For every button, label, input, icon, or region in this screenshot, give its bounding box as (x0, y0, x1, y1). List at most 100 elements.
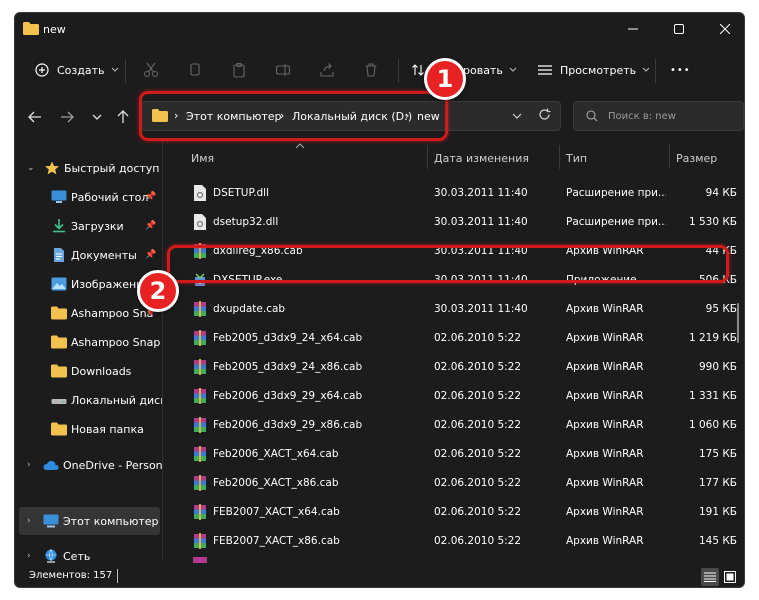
file-name: Feb2006_d3dx9_29_x64.cab (213, 390, 363, 402)
copy-icon (190, 63, 200, 76)
file-row[interactable]: FEB2007_XACT_x86.cab 02.06.2010 5:22 Арх… (177, 527, 737, 556)
toolbar-separator (655, 59, 656, 83)
address-row: › Этот компьютер › Локальный диск (D:) ›… (15, 95, 744, 139)
winrar-archive-icon (194, 475, 206, 491)
file-row[interactable]: DXSETUP.exe 30.03.2011 11:40 Приложение … (177, 266, 737, 295)
sidebar-item-local-disk[interactable]: Локальный диск ( (15, 386, 162, 414)
dll-file-icon (194, 185, 206, 201)
sidebar-item-network[interactable]: › Сеть (15, 542, 162, 568)
file-row[interactable]: dxdllreg_x86.cab 30.03.2011 11:40 Архив … (177, 237, 737, 266)
sidebar-item-quick-access[interactable]: ⌄ Быстрый доступ (15, 154, 162, 182)
file-type: Архив WinRAR (566, 419, 644, 431)
file-row[interactable]: Feb2006_d3dx9_29_x64.cab 02.06.2010 5:22… (177, 382, 737, 411)
sidebar-item-label: Документы (71, 248, 137, 262)
address-bar[interactable]: › Этот компьютер › Локальный диск (D:) ›… (141, 101, 561, 131)
sidebar-item-new-folder[interactable]: Новая папка (15, 415, 162, 443)
file-row[interactable]: Feb2006_d3dx9_29_x86.cab 02.06.2010 5:22… (177, 411, 737, 440)
file-explorer-window: new Создать ровать Просмотреть ••• › Это… (14, 12, 745, 588)
column-divider[interactable] (427, 145, 428, 169)
file-row[interactable]: Feb2005_d3dx9_24_x64.cab 02.06.2010 5:22… (177, 324, 737, 353)
file-row[interactable]: Feb2006_XACT_x86.cab 02.06.2010 5:22 Арх… (177, 469, 737, 498)
file-row[interactable]: dxupdate.cab 30.03.2011 11:40 Архив WinR… (177, 295, 737, 324)
paste-button[interactable] (229, 60, 249, 80)
column-header-type[interactable]: Тип (566, 147, 587, 169)
search-input[interactable] (608, 108, 738, 124)
sidebar-item-downloads-folder[interactable]: Downloads (15, 357, 162, 385)
file-name: FEB2007_XACT_x86.cab (213, 535, 340, 547)
minimize-button[interactable] (610, 13, 656, 45)
column-header-size[interactable]: Размер (676, 147, 717, 169)
breadcrumb-separator: › (280, 109, 285, 122)
cut-button[interactable] (141, 60, 161, 80)
minimize-icon (628, 28, 638, 30)
callout-badge-1: 1 (424, 58, 466, 100)
file-name: dsetup32.dll (213, 216, 279, 228)
search-icon (586, 110, 598, 122)
column-divider[interactable] (559, 145, 560, 169)
rename-button[interactable] (273, 60, 293, 80)
search-box[interactable] (573, 101, 744, 131)
chevron-down-icon (111, 67, 118, 72)
breadcrumb-this-pc[interactable]: Этот компьютер (186, 110, 282, 123)
chevron-down-icon: ⌄ (27, 163, 35, 173)
sidebar-item-onedrive[interactable]: › OneDrive - Personal (15, 451, 162, 479)
file-row[interactable]: FEB2007_XACT_x64.cab 02.06.2010 5:22 Арх… (177, 498, 737, 527)
address-history-button[interactable] (512, 110, 522, 123)
sidebar-item-desktop[interactable]: Рабочий стол 📌 (15, 183, 162, 211)
column-header-name[interactable]: Имя (191, 147, 214, 169)
maximize-icon (674, 24, 684, 34)
sidebar-item-this-pc[interactable]: › Этот компьютер (19, 507, 160, 535)
sidebar-item-ashampoo-snap-9[interactable]: Ashampoo Snap 9 (15, 328, 162, 356)
forward-button[interactable] (57, 107, 77, 127)
file-type: Архив WinRAR (566, 477, 644, 489)
more-options-button[interactable]: ••• (670, 57, 691, 83)
recent-locations-button[interactable] (87, 107, 107, 127)
chevron-down-icon (642, 67, 650, 72)
column-divider[interactable] (669, 145, 670, 169)
setup-exe-icon (195, 273, 205, 286)
sidebar-item-downloads[interactable]: Загрузки 📌 (15, 212, 162, 240)
file-row[interactable]: dsetup32.dll 30.03.2011 11:40 Расширение… (177, 208, 737, 237)
file-name: Feb2006_d3dx9_29_x86.cab (213, 419, 363, 431)
sidebar-item-label: Ashampoo Snap 9 (71, 335, 162, 349)
clipboard-icon (233, 63, 245, 78)
file-type: Архив WinRAR (566, 245, 644, 257)
breadcrumb-new[interactable]: new (417, 110, 440, 123)
details-view-button[interactable] (701, 568, 719, 586)
file-date: 02.06.2010 5:22 (434, 332, 522, 344)
file-row[interactable]: Feb2005_d3dx9_24_x86.cab 02.06.2010 5:22… (177, 353, 737, 382)
file-type: Архив WinRAR (566, 332, 644, 344)
up-button[interactable] (113, 107, 133, 127)
chevron-right-icon: › (27, 516, 31, 526)
create-button[interactable]: Создать (35, 57, 119, 83)
view-button[interactable]: Просмотреть (538, 57, 650, 83)
refresh-button[interactable] (538, 108, 551, 124)
file-row[interactable]: DSETUP.dll 30.03.2011 11:40 Расширение п… (177, 179, 737, 208)
sidebar-item-label: Этот компьютер (63, 514, 159, 528)
arrow-left-icon (28, 111, 41, 123)
tiles-view-button[interactable] (721, 568, 739, 586)
vertical-scrollbar[interactable] (737, 303, 739, 343)
chevron-right-icon: › (27, 551, 31, 561)
item-count: Элементов: 157 (29, 570, 113, 581)
copy-button[interactable] (185, 60, 205, 80)
file-name: DSETUP.dll (213, 187, 270, 199)
sidebar-item-label: Локальный диск ( (71, 393, 162, 407)
delete-button[interactable] (361, 60, 381, 80)
share-button[interactable] (317, 60, 337, 80)
column-header-date[interactable]: Дата изменения (434, 147, 529, 169)
file-type: Расширение при... (566, 216, 666, 228)
sidebar-item-label: OneDrive - Personal (63, 458, 162, 472)
file-name: Feb2006_XACT_x64.cab (213, 448, 339, 460)
back-button[interactable] (25, 107, 45, 127)
file-type: Архив WinRAR (566, 303, 644, 315)
sidebar-item-documents[interactable]: Документы 📌 (15, 241, 162, 269)
close-button[interactable] (702, 13, 744, 45)
file-row[interactable]: Feb2006_XACT_x64.cab 02.06.2010 5:22 Арх… (177, 440, 737, 469)
document-icon (54, 248, 64, 262)
maximize-button[interactable] (656, 13, 702, 45)
desktop-icon (51, 190, 67, 203)
file-type: Приложение (566, 274, 637, 286)
status-separator (117, 569, 118, 583)
breadcrumb-local-disk[interactable]: Локальный диск (D:) (292, 110, 412, 123)
